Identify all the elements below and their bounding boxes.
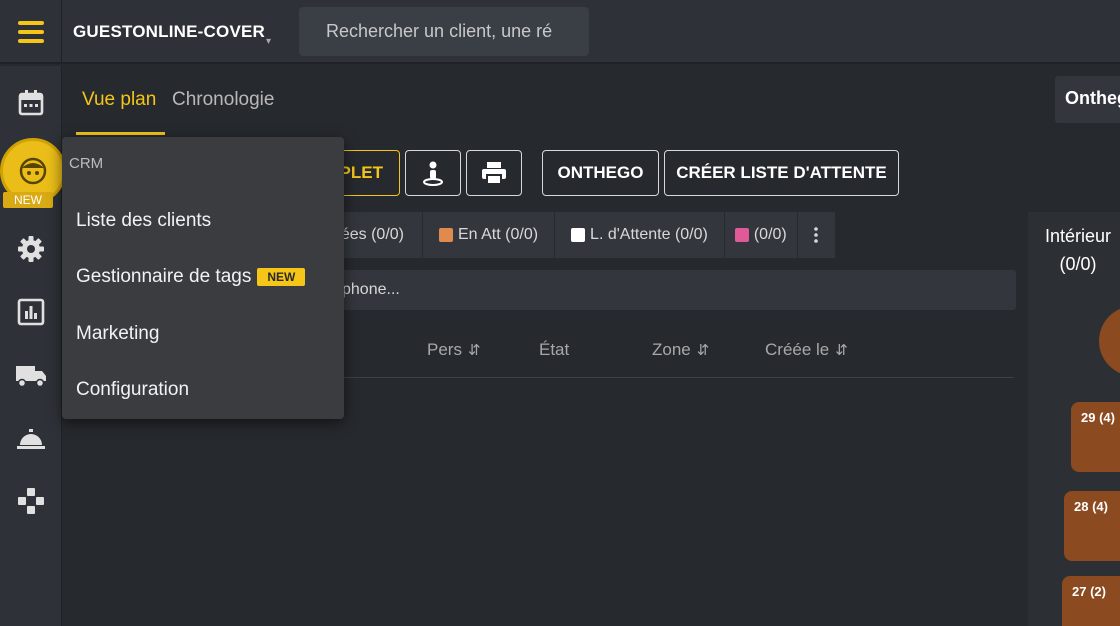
more-options-icon[interactable] — [797, 212, 836, 258]
service-bell-icon[interactable] — [0, 415, 62, 465]
filter-chip-liste-attente[interactable]: L. d'Attente (0/0) — [555, 212, 725, 258]
puzzle-icon[interactable] — [0, 476, 62, 526]
global-search-input[interactable] — [299, 7, 589, 56]
status-filter-bar: ées (0/0) En Att (0/0) L. d'Attente (0/0… — [300, 212, 836, 258]
column-header-pers[interactable]: Pers ⇵ — [427, 340, 481, 360]
menu-item-marketing[interactable]: Marketing — [76, 323, 159, 345]
menu-item-liste-clients[interactable]: Liste des clients — [76, 210, 211, 232]
filter-chip-pink[interactable]: (0/0) — [724, 212, 798, 258]
floor-table[interactable]: 27 (2) — [1062, 576, 1120, 626]
status-swatch — [439, 228, 453, 242]
crm-dropdown-menu: CRM Liste des clients Gestionnaire de ta… — [62, 137, 344, 419]
menu-item-configuration[interactable]: Configuration — [76, 379, 189, 401]
delivery-truck-icon[interactable] — [0, 351, 62, 401]
status-swatch — [571, 228, 586, 242]
venue-name[interactable]: GUESTONLINE-COVER — [73, 22, 265, 42]
active-tab-indicator — [76, 132, 165, 135]
onthego-panel-label[interactable]: Onthego — [1055, 76, 1120, 123]
floor-table[interactable]: 28 (4) — [1064, 491, 1120, 561]
sidebar-item-crm[interactable]: NEW — [0, 138, 68, 210]
new-badge: NEW — [3, 192, 53, 208]
zone-title: Intérieur (0/0) — [1044, 226, 1112, 274]
printer-icon — [482, 162, 506, 185]
calendar-icon[interactable] — [0, 78, 62, 128]
hamburger-menu-icon[interactable] — [0, 0, 62, 64]
crm-menu-header: CRM — [69, 155, 104, 172]
new-badge: NEW — [257, 268, 306, 286]
sort-icon: ⇵ — [696, 342, 710, 359]
menu-item-gestionnaire-tags[interactable]: Gestionnaire de tags NEW — [76, 266, 306, 288]
column-header-etat[interactable]: État — [539, 340, 569, 360]
tab-vue-plan[interactable]: Vue plan — [82, 89, 156, 111]
customer-search-input[interactable]: phone... — [300, 270, 1016, 310]
onthego-button[interactable]: ONTHEGO — [542, 150, 659, 196]
sort-icon: ⇵ — [835, 342, 848, 359]
floor-table[interactable]: 29 (4) — [1071, 402, 1120, 472]
sort-icon: ⇵ — [467, 342, 481, 359]
top-bar: GUESTONLINE-COVER ▾ — [0, 0, 1120, 64]
person-pin-icon — [423, 161, 443, 186]
filter-chip-en-att[interactable]: En Att (0/0) — [423, 212, 556, 258]
column-header-created[interactable]: Créée le ⇵ — [765, 340, 848, 360]
venue-dropdown-caret-icon[interactable]: ▾ — [266, 36, 271, 47]
status-swatch — [734, 228, 749, 242]
print-button[interactable] — [466, 150, 522, 196]
tab-chronologie[interactable]: Chronologie — [172, 89, 274, 111]
gear-icon[interactable] — [0, 224, 62, 274]
walk-in-button[interactable] — [405, 150, 461, 196]
report-chart-icon[interactable] — [0, 287, 62, 337]
column-header-zone[interactable]: Zone ⇵ — [652, 340, 709, 360]
create-waitlist-button[interactable]: CRÉER LISTE D'ATTENTE — [664, 150, 899, 196]
header-divider — [300, 377, 1014, 378]
